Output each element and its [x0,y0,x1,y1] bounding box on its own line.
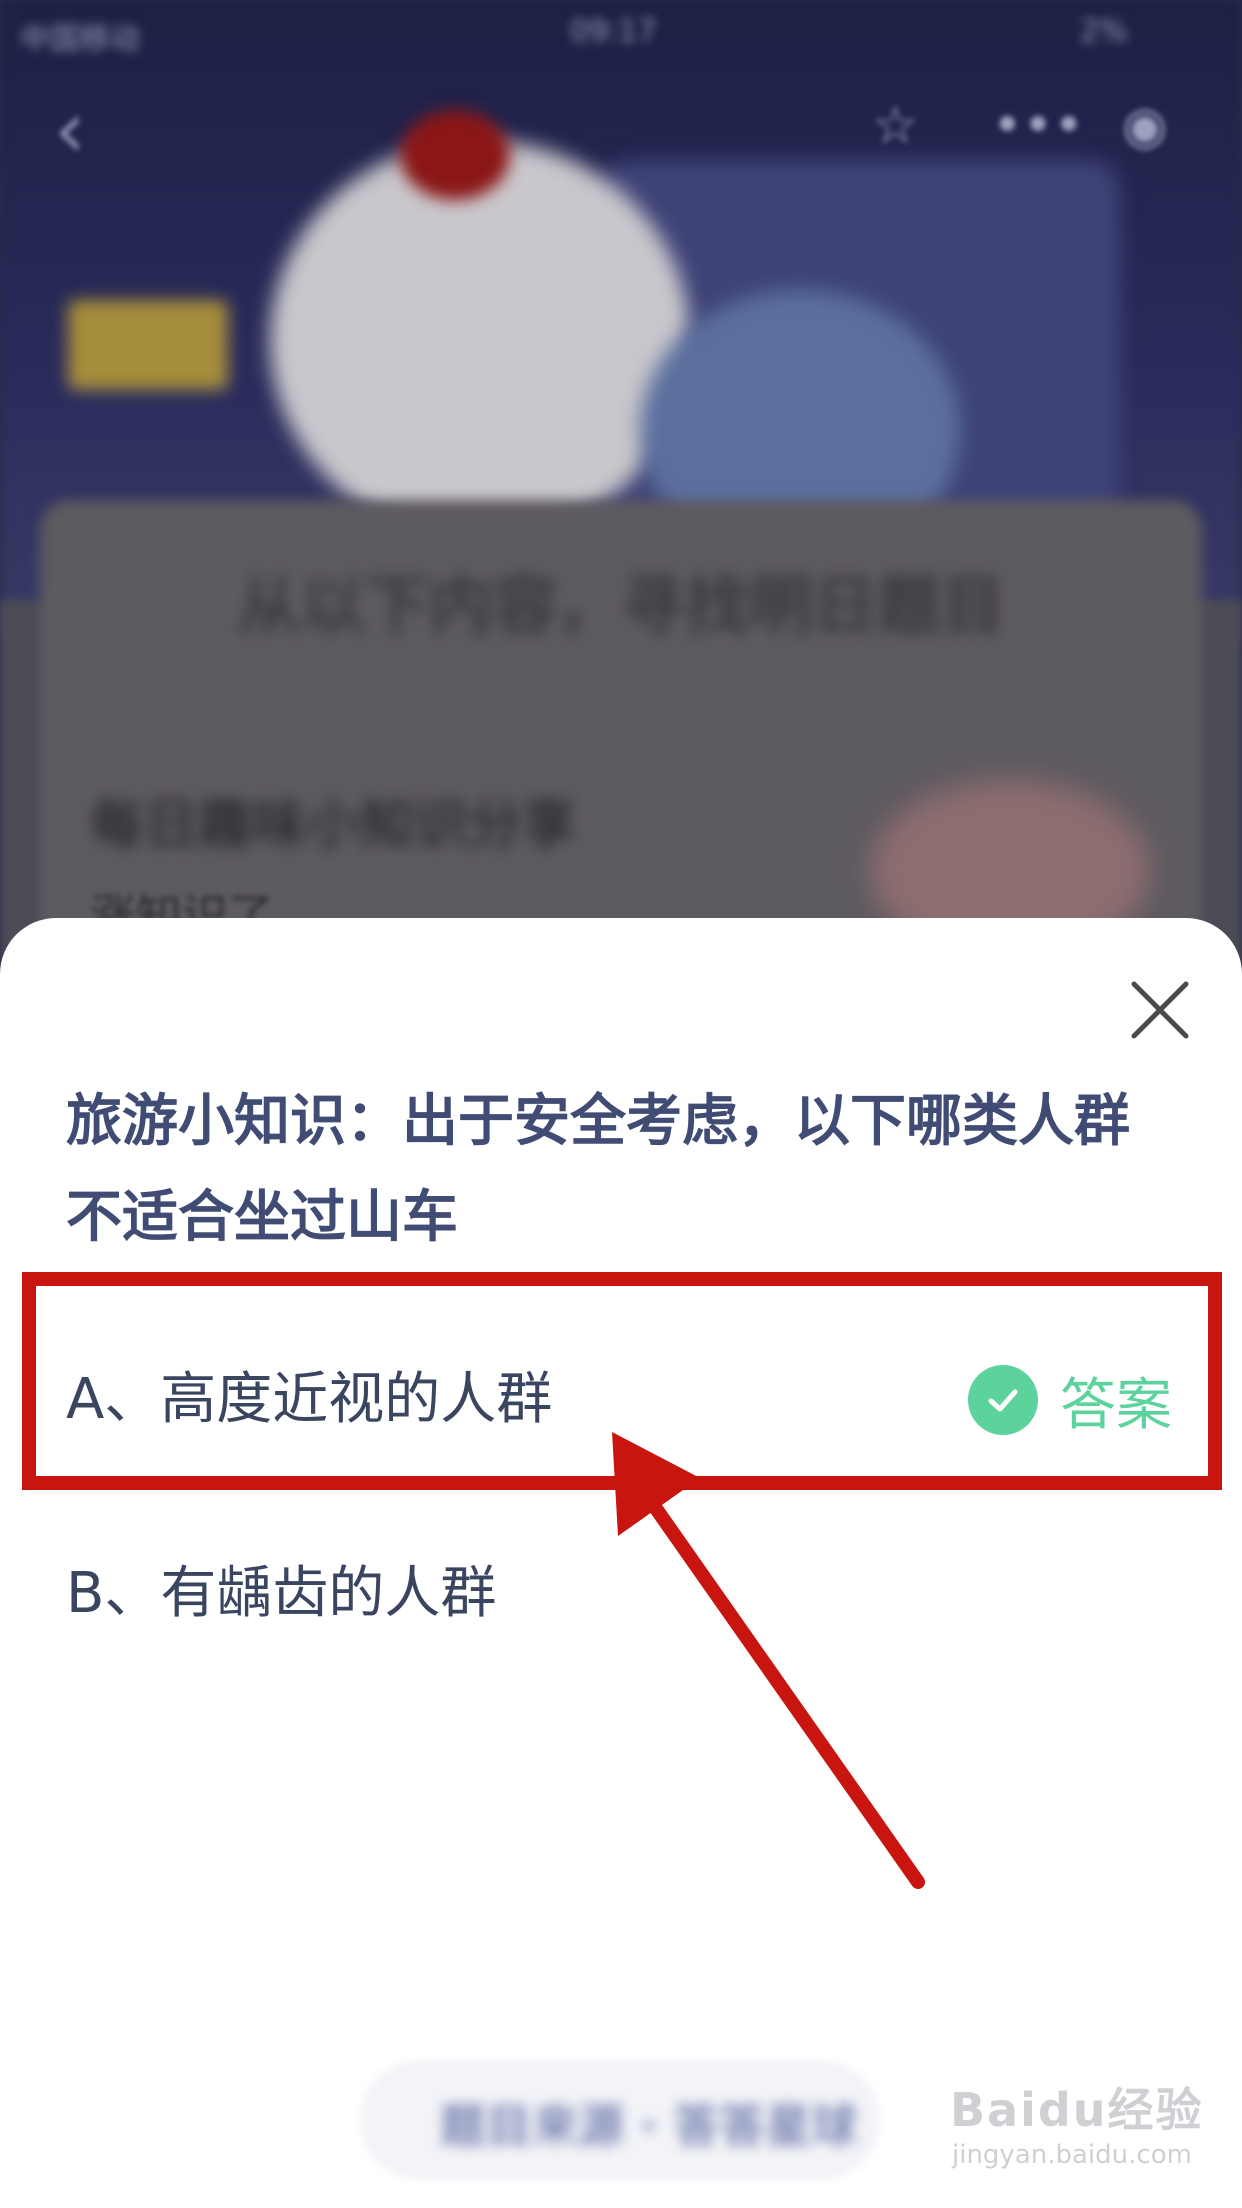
option-b-label: B、有龋齿的人群 [66,1561,497,1626]
answer-tag: 答案 [968,1315,1172,1485]
chick-comb [400,110,510,200]
banner-sign [68,300,228,390]
baidu-watermark: Baidu经验 jingyan.baidu.com [950,2074,1210,2184]
question-text: 旅游小知识：出于安全考虑，以下哪类人群不适合坐过山车 [66,1089,1130,1250]
battery-level: 2% [1080,14,1128,49]
option-b[interactable]: B、有龋齿的人群 [0,1509,1242,1679]
status-bar: 中国移动 09:17 2% [0,0,1242,64]
clock: 09:17 [570,14,657,49]
watermark-brand: Baidu经验 [950,2083,1204,2137]
target-icon[interactable]: ◉ [1122,90,1167,162]
background-app: 中国移动 09:17 2% ‹ ☆ ••• ◉ 从以下内容，寻找明日题目 每日趣… [0,0,1242,1000]
close-button[interactable] [1128,978,1192,1042]
close-icon [1131,981,1189,1039]
watermark-url: jingyan.baidu.com [952,2140,1192,2170]
check-circle-icon [968,1365,1038,1435]
star-icon[interactable]: ☆ [872,90,919,162]
background-heading: 从以下内容，寻找明日题目 [237,570,1005,644]
more-icon[interactable]: ••• [992,90,1084,162]
option-a[interactable]: A、高度近视的人群 答案 [0,1315,1242,1485]
footer-text: 题目来源 · 答答星球 [440,2099,858,2153]
chick-mascot [270,140,690,540]
answer-label: 答案 [1060,1372,1172,1438]
card-title: 每日趣味小知识分享 [90,793,576,856]
back-arrow-icon[interactable]: ‹ [54,90,86,170]
nav-capsule: ☆ ••• ◉ [872,90,1202,162]
carrier-label: 中国移动 [20,22,140,57]
option-a-label: A、高度近视的人群 [66,1367,553,1432]
